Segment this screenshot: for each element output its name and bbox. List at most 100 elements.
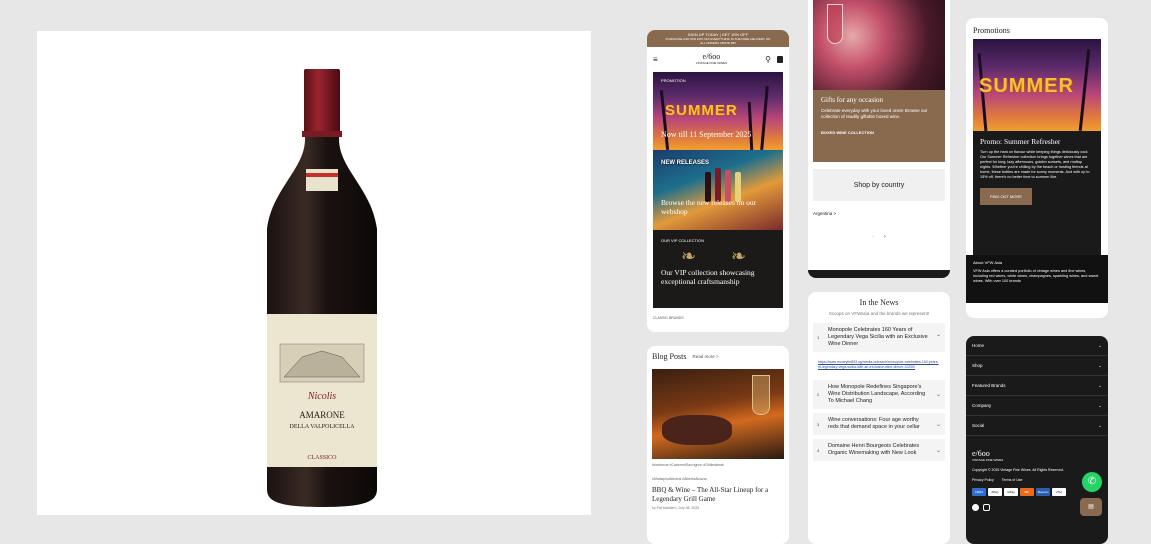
google-pay-icon: GPay [1004,488,1018,496]
shop-by-country-title: Shop by country [853,181,905,189]
phone-promotions-screen: Promotions SUMMER Promo: Summer Refreshe… [966,18,1108,318]
site-logo[interactable]: e/6oo VINTAGE FINE WINES [695,52,728,66]
menu-label: Social [972,423,985,428]
footer-logo[interactable]: e/6oo VINTAGE FINE WINES [966,436,1108,463]
tile-caption: Browse the new releases on our webshop [661,198,757,216]
menu-label: Featured Brands [972,383,1006,388]
promo-tile-vip[interactable]: OUR VIP COLLECTION ❧ ❧ Our VIP collectio… [653,230,783,308]
gift-title: Gifts for any occasion [821,96,884,104]
tile-caption: Our VIP collection showcasing exceptiona… [661,268,755,286]
footer-menu: Home ⌄ Shop ⌄ Featured Brands ⌄ Company ⌄ So… [966,336,1108,436]
item-title: Wine conversations: Four age worthy reds… [828,417,920,430]
summer-wordmark: SUMMER [979,75,1074,97]
item-number: 1 [817,335,820,340]
copyright-text: Copyright © 2025 Vintage Fine Wines. All… [972,468,1065,472]
about-body: VFW Asia offers a curated portfolio of v… [973,269,1099,283]
promo-title: Promo: Summer Refresher [980,137,1061,146]
phone-home-screen: SIGN UP TODAY | GET 10% OFF PURCHASE AND… [647,30,789,332]
tile-label: OUR VIP COLLECTION [661,238,705,243]
product-image-panel: Nicolis AMARONE DELLA VALPOLICELLA CLASS… [37,31,591,515]
chevron-down-icon: ⌄ [1098,362,1102,368]
chevron-down-icon: ⌄ [935,392,941,398]
footer-menu-company[interactable]: Company ⌄ [966,396,1108,416]
about-section: About VFW Asia VFW Asia offers a curated… [966,255,1108,303]
tile-label: PROMOTION [661,78,686,83]
footer-menu-shop[interactable]: Shop ⌄ [966,356,1108,376]
neck-label [306,169,338,191]
news-accordion-item[interactable]: 1 Monopole Celebrates 160 Years of Legen… [813,323,945,352]
amex-icon: AMEX [972,488,986,496]
post-tags[interactable]: #barbecue #CabernetSauvignon #Grilledste… [652,462,784,468]
gift-icon[interactable]: ▤ [1080,498,1102,516]
wine-bottle-image: Nicolis AMARONE DELLA VALPOLICELLA CLASS… [267,69,377,507]
news-accordion-item[interactable]: 3 Wine conversations: Four age worthy re… [813,413,945,435]
promo-tile-new-releases[interactable]: NEW RELEASES Browse the new releases on … [653,150,783,230]
terms-of-use-link[interactable]: Terms of Use [1002,478,1023,482]
logo-subtext: VINTAGE FINE WINES [695,61,728,65]
chevron-down-icon: ⌄ [1098,402,1102,408]
footer-menu-featured-brands[interactable]: Featured Brands ⌄ [966,376,1108,396]
post-title[interactable]: BBQ & Wine – The All-Star Lineup for a L… [647,482,789,504]
country-link[interactable]: Argentina > [808,201,950,216]
phone-gifts-screen: Gifts for any occasion Celebrate everyda… [808,0,950,278]
tile-caption: Now till 11 September 2025 [661,130,752,139]
news-subtitle: Scoops on VFWasia and the brands we repr… [828,311,930,316]
label-classico: CLASSICO [307,455,337,461]
section-label: CLASSIC BRANDS [653,316,684,320]
footer-menu-home[interactable]: Home ⌄ [966,336,1108,356]
blog-image-bbq[interactable] [652,369,784,459]
mastercard-icon: MC [1020,488,1034,496]
gift-cta[interactable]: BOXED WINE COLLECTION [821,130,937,135]
phone-news-screen: In the News Scoops on VFWasia and the br… [808,292,950,544]
footer-menu-social[interactable]: Social ⌄ [966,416,1108,436]
chevron-down-icon: ⌄ [1098,382,1102,388]
visa-icon: VISA [1052,488,1066,496]
promo-tile-summer[interactable]: PROMOTION SUMMER Now till 11 September 2… [653,72,783,150]
item-number: 3 [817,421,820,427]
chevron-down-icon: ⌄ [935,447,941,454]
laurel-icon: ❧ [731,246,747,266]
chevron-down-icon: ⌄ [935,421,941,428]
item-number: 2 [817,392,820,397]
promo-body: Turn up the heat on flavour while keepin… [980,150,1090,179]
promo-card: Promo: Summer Refresher Turn up the heat… [973,131,1101,255]
post-byline: by Pat Madden | July 08, 2025 [652,506,700,510]
promo-image-summer[interactable]: SUMMER [973,39,1101,131]
gift-card[interactable]: Gifts for any occasion Celebrate everyda… [813,90,945,162]
find-out-more-button[interactable]: FIND OUT MORE [980,188,1032,205]
privacy-policy-link[interactable]: Privacy Policy [972,478,994,482]
news-title: In the News [859,298,899,307]
laurel-icon: ❧ [681,246,697,266]
menu-label: Company [972,403,992,408]
chevron-down-icon: ⌄ [1098,342,1102,348]
gift-body: Celebrate everyday with your loved ones!… [821,108,928,119]
about-title: About VFW Asia [973,260,1003,265]
news-accordion-item[interactable]: 4 Domaine Henri Bourgeois Celebrates Org… [813,439,945,461]
item-number: 4 [817,447,820,453]
label-amarone: AMARONE [299,410,345,420]
menu-label: Home [972,343,985,348]
logo-text: e/6oo [702,52,721,61]
promotions-title: Promotions [973,26,1010,35]
menu-icon[interactable]: ≡ [653,55,658,64]
chevron-down-icon: ⌄ [1098,422,1102,428]
cart-icon[interactable] [777,55,783,63]
tile-wordmark: NEW RELEASES [661,160,710,166]
item-title: How Monopole Redefines Singapore's Wine … [828,384,926,404]
item-title: Domaine Henri Bourgeois Celebrates Organ… [828,443,920,456]
instagram-icon[interactable] [983,504,990,511]
read-more-link[interactable]: Read more > [692,354,718,359]
whatsapp-icon[interactable]: ✆ [1082,472,1102,492]
news-link[interactable]: https://www.moneyfm893.sg/media-outreach… [808,352,950,378]
apple-pay-icon: APay [988,488,1002,496]
prev-arrow-icon[interactable]: ‹ [872,234,874,240]
label-valpolicella: DELLA VALPOLICELLA [290,424,356,430]
search-icon[interactable]: ⚲ [765,55,771,64]
news-accordion-item[interactable]: 2 How Monopole Redefines Singapore's Win… [813,380,945,409]
facebook-icon[interactable] [972,504,979,511]
label-brand: Nicolis [307,391,336,402]
announce-line: ALL ORDERS ABOVE $50 [700,41,736,45]
phone-blog-screen: Blog Posts Read more > #barbecue #Cabern… [647,346,789,544]
next-arrow-icon[interactable]: › [884,234,886,240]
menu-label: Shop [972,363,983,368]
